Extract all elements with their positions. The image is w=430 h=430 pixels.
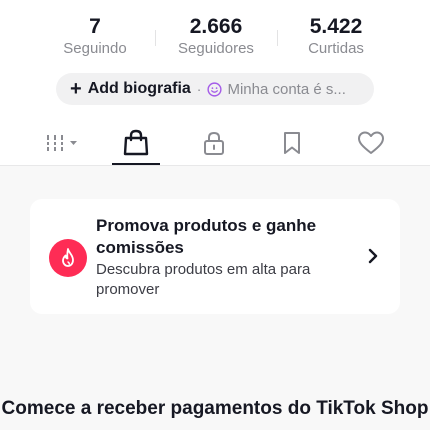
earn-section-title: Comece a receber pagamentos do TikTok Sh… xyxy=(1,398,429,419)
tab-shop[interactable] xyxy=(104,120,168,165)
add-bio-button[interactable]: + Add biografia · Minha conta é s... xyxy=(56,73,374,105)
account-status-label: Minha conta é s... xyxy=(227,80,346,98)
grid-icon xyxy=(44,134,77,151)
heart-icon xyxy=(358,131,384,154)
stat-followers-value: 2.666 xyxy=(189,15,243,38)
stat-following-label: Seguindo xyxy=(63,40,127,57)
stat-following-value: 7 xyxy=(89,15,101,38)
profile-tabs xyxy=(0,120,430,166)
tab-liked[interactable] xyxy=(339,120,403,165)
profile-stats: 7 Seguindo 2.666 Seguidores 5.422 Curtid… xyxy=(0,14,430,60)
bio-separator: · xyxy=(196,81,202,97)
stat-likes-value: 5.422 xyxy=(309,15,363,38)
smile-icon xyxy=(207,81,223,97)
promo-description: Descubra produtos em alta para promover xyxy=(96,261,311,298)
tab-selected-indicator xyxy=(112,163,160,165)
stat-likes-label: Curtidas xyxy=(308,40,364,57)
tab-saved[interactable] xyxy=(260,120,324,165)
add-bio-label: Add biografia xyxy=(87,80,191,97)
bookmark-icon xyxy=(284,131,300,154)
stat-divider xyxy=(277,30,278,46)
stat-divider xyxy=(155,30,156,46)
tab-private[interactable] xyxy=(182,120,246,165)
promote-products-card[interactable]: Promova produtos e ganhe comissões Descu… xyxy=(30,199,400,314)
promo-icon-badge xyxy=(49,239,87,277)
promo-title: Promova produtos e ganhe comissões xyxy=(96,216,317,257)
shopping-bag-icon xyxy=(123,129,149,155)
chevron-right-icon xyxy=(368,248,378,264)
stat-following[interactable]: 7 Seguindo xyxy=(40,14,150,58)
stat-followers-label: Seguidores xyxy=(178,40,254,57)
lock-icon xyxy=(204,131,224,155)
plus-icon: + xyxy=(70,78,82,100)
stat-followers[interactable]: 2.666 Seguidores xyxy=(161,14,271,58)
tab-videos[interactable] xyxy=(30,120,94,165)
stat-likes[interactable]: 5.422 Curtidas xyxy=(281,14,391,58)
flame-icon xyxy=(62,248,74,267)
